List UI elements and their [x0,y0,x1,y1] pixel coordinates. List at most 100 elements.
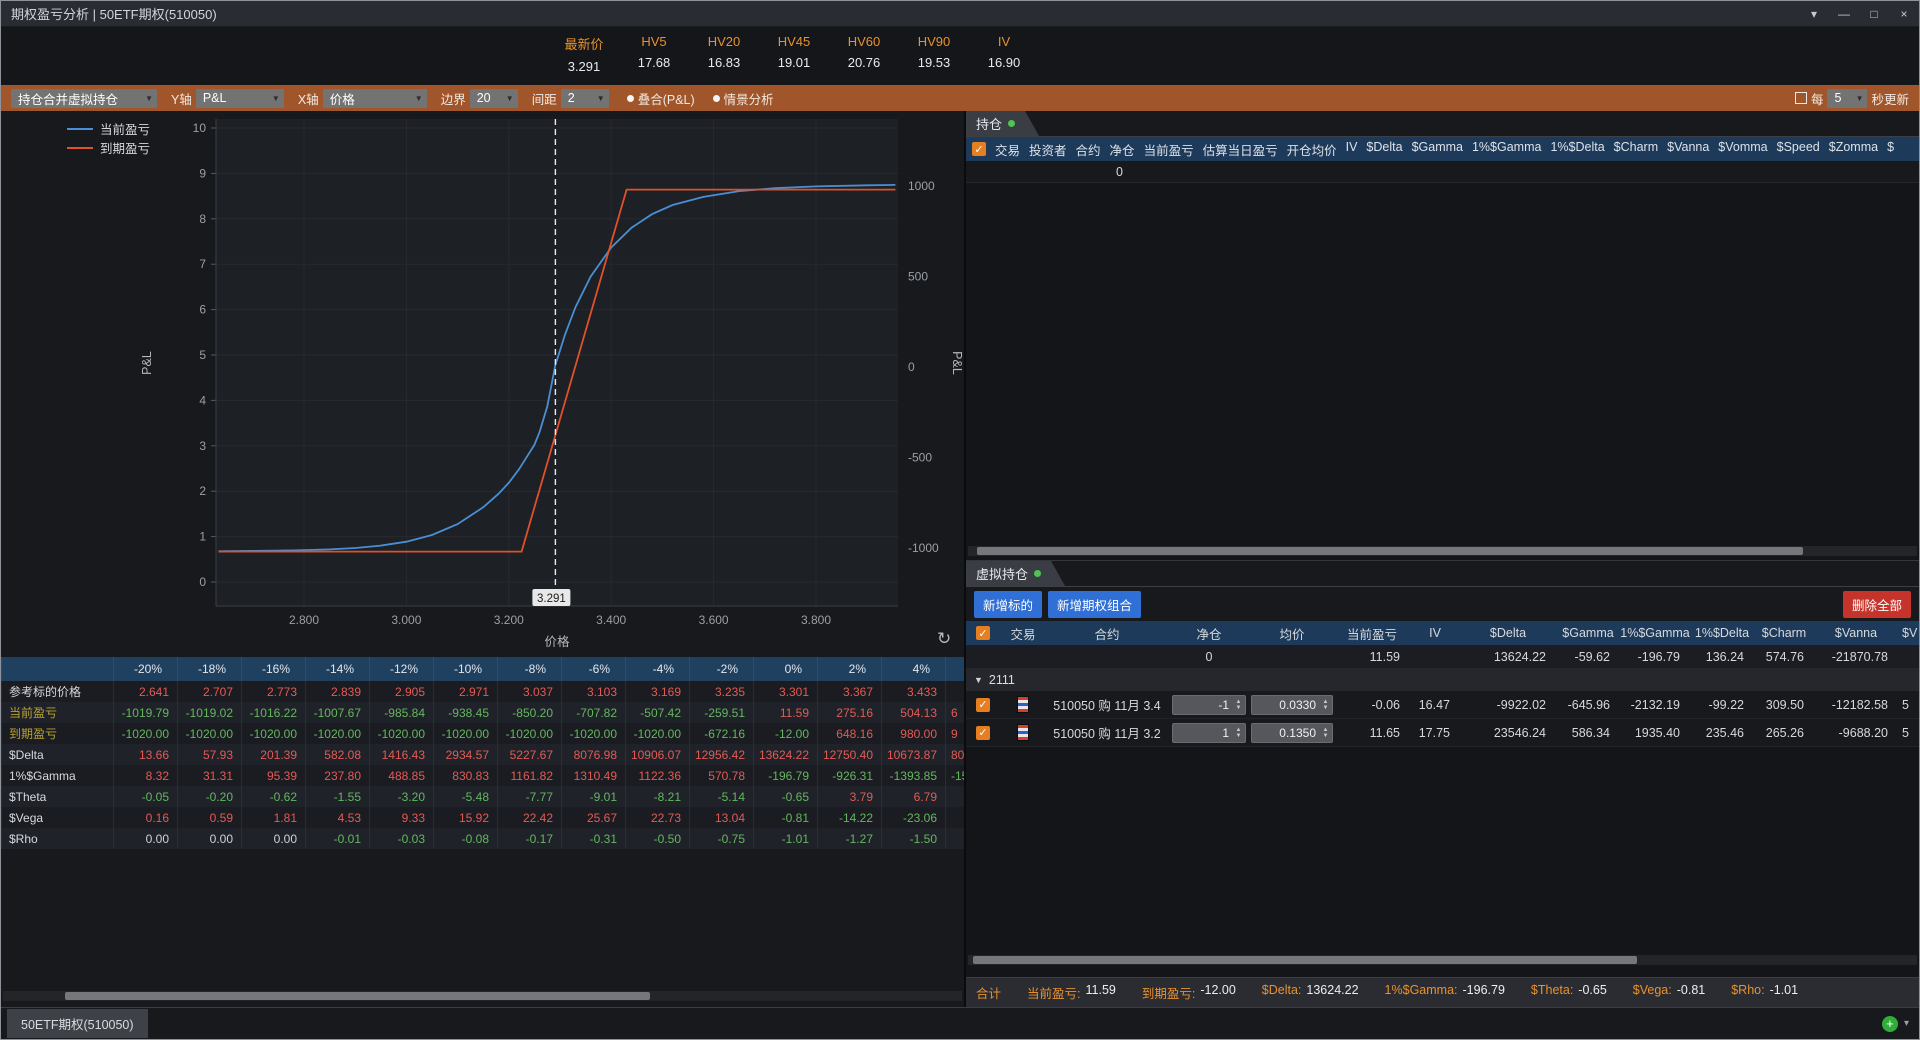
select-all-checkbox[interactable]: ✓ [976,626,990,640]
scenario-cell: -8.21 [625,786,689,807]
stepper-down-icon[interactable]: ▼ [1323,705,1329,711]
row-checkbox[interactable]: ✓ [976,697,990,712]
auto-refresh-checkbox[interactable] [1794,92,1807,104]
chevron-down-icon: ▼ [596,93,605,103]
row-checkbox[interactable]: ✓ [976,725,990,740]
status-tab-instrument[interactable]: 50ETF期权(510050) [7,1009,148,1038]
stat-value: 17.68 [637,55,671,70]
scenario-cell: -1020.00 [561,723,625,744]
maximize-button[interactable]: □ [1859,1,1889,26]
total-label: 当前盈亏: [1027,987,1081,1001]
scenario-cell: 6.79 [881,786,945,807]
y-axis-dropdown[interactable]: P&L ▼ [195,88,284,108]
scenario-cell: -0.05 [113,786,177,807]
legend-item[interactable]: 到期盈亏 [67,138,150,157]
add-icon[interactable]: + [1881,1015,1898,1032]
scenario-cell: -672.16 [689,723,753,744]
close-button[interactable]: × [1889,1,1919,26]
avg-price-stepper[interactable]: 0.0330 ▲ ▼ [1251,694,1333,715]
scenario-cell-partial: 9 [945,723,964,744]
scenario-cell: -1.50 [881,828,945,849]
virtual-group-row[interactable]: ▼ 2111 [966,669,1919,691]
virtual-cell: 17.75 [1418,725,1450,740]
scenario-cell: 10673.87 [881,744,945,765]
stepper-arrows[interactable]: ▲ ▼ [1319,699,1332,711]
x-axis-dropdown[interactable]: 价格 ▼ [322,88,427,108]
totals-prefix: 合计 [976,987,1002,1001]
stepper-down-icon[interactable]: ▼ [1236,705,1242,711]
net-position-stepper[interactable]: 1 ▲ ▼ [1172,722,1246,743]
positions-hscrollbar[interactable] [968,546,1917,556]
scrollbar-handle[interactable] [972,956,1638,964]
scenario-cell: 13.66 [113,744,177,765]
virtual-hscrollbar[interactable] [968,955,1917,965]
overlay-pnl-radio[interactable]: 叠合(P&L) [626,89,695,108]
net-position-cell: -1 ▲ ▼ [1168,691,1250,718]
contract-name: 510050 购 11月 3.4 [1053,699,1161,713]
collapse-triangle-icon[interactable]: ▼ [974,675,983,685]
positions-empty-row[interactable]: 0 [966,161,1919,183]
virtual-tabstrip: 虚拟持仓 [966,561,1919,587]
scenario-col-header: -2% [689,657,753,681]
scenario-cell: -1020.00 [625,723,689,744]
add-option-combo-button[interactable]: 新增期权组合 [1048,590,1142,618]
minimize-button[interactable]: — [1829,1,1859,26]
scenario-cell: 1161.82 [497,765,561,786]
stepper-down-icon[interactable]: ▼ [1236,733,1242,739]
refresh-interval-dropdown[interactable]: 5 ▼ [1827,88,1868,108]
chevron-down-icon[interactable]: ▾ [1904,1018,1909,1029]
scenario-cell: 504.13 [881,702,945,723]
scenario-cell-partial: 6 [945,702,964,723]
select-all-checkbox[interactable]: ✓ [972,142,986,156]
virtual-position-row[interactable]: ✓ 510050 购 11月 3.4 -1 ▲ ▼ 0.0330 ▲ ▼ -0.06 16.47-… [966,691,1919,719]
delete-all-button[interactable]: 删除全部 [1842,590,1911,618]
positions-col-header: $ [1887,139,1895,154]
scenario-cell: 3.367 [817,681,881,702]
y-left-tick: 2 [199,484,206,498]
scenario-analysis-radio[interactable]: 情景分析 [712,89,774,108]
net-position-stepper[interactable]: -1 ▲ ▼ [1172,694,1246,715]
flag-stripe [1018,709,1028,712]
trade-flag-icon[interactable] [1017,724,1029,741]
scenario-cell: 4.53 [305,807,369,828]
stepper-arrows[interactable]: ▲ ▼ [1319,727,1332,739]
y-right-tick: 1000 [908,179,935,193]
scenario-cell: 0.59 [177,807,241,828]
stat-label: HV20 [707,34,741,49]
avg-price-stepper[interactable]: 0.1350 ▲ ▼ [1251,722,1333,743]
summary-cell [1410,645,1460,668]
trade-flag-icon[interactable] [1017,696,1029,713]
interval-dropdown[interactable]: 2 ▼ [560,88,609,108]
radio-dot-icon [712,94,720,102]
scenario-hscrollbar[interactable] [3,991,962,1001]
tab-positions[interactable]: 持仓 [966,111,1039,136]
virtual-header-row: ✓ 交易 合约 净仓 均价 当前盈亏 IV $Delta $Gamma 1%$Gamma 1%$De… [966,621,1919,645]
stepper-arrows[interactable]: ▲ ▼ [1232,727,1245,739]
x-tick: 3.200 [494,613,524,627]
virtual-cell: 265.26 [1765,725,1804,740]
scrollbar-handle[interactable] [977,547,1804,555]
total-item: $Vega: -0.81 [1633,983,1705,1002]
pnl-chart[interactable]: 1098765432102.800 3.000 3.200 3.400 3.600 3.8… [1,111,966,657]
virtual-cell: -9922.02 [1496,697,1546,712]
boundary-dropdown[interactable]: 20 ▼ [469,88,518,108]
virtual-position-row[interactable]: ✓ 510050 购 11月 3.2 1 ▲ ▼ 0.1350 ▲ ▼ 11.65 17.75 23… [966,719,1919,747]
scenario-col-header: -12% [369,657,433,681]
window-title: 期权盈亏分析 | 50ETF期权(510050) [11,7,217,22]
scenario-cell: 2.905 [369,681,433,702]
legend-item[interactable]: 当前盈亏 [67,119,150,138]
scenario-cell: -985.84 [369,702,433,723]
add-underlying-button[interactable]: 新增标的 [974,590,1043,618]
stepper-arrows[interactable]: ▲ ▼ [1232,699,1245,711]
total-value: -1.01 [1769,983,1799,997]
chevron-down-icon[interactable]: ▾ [1799,1,1829,26]
position-mode-dropdown[interactable]: 持仓合并虚拟持仓 ▼ [11,88,157,108]
scrollbar-handle[interactable] [65,992,651,1000]
scenario-cell: 201.39 [241,744,305,765]
stepper-down-icon[interactable]: ▼ [1323,733,1329,739]
refresh-chart-icon[interactable]: ↻ [937,629,951,649]
stat-value: 19.53 [917,55,951,70]
stat-label: HV60 [847,34,881,49]
totals-items: 当前盈亏: 11.59 到期盈亏: -12.00 $Delta: 13624.22 1%$G… [1027,983,1798,1002]
tab-virtual-positions[interactable]: 虚拟持仓 [966,561,1065,586]
